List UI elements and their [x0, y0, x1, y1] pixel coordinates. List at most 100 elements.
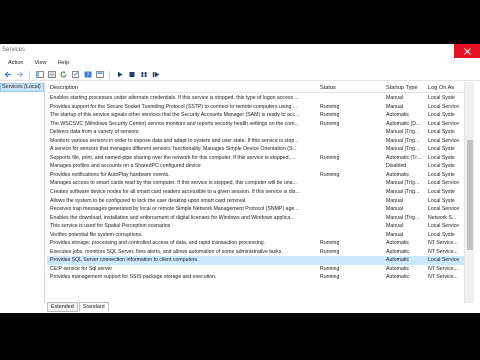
column-header-startup-type[interactable]: Startup Type	[386, 85, 418, 91]
window-title: Services	[2, 47, 26, 53]
cell-log-on-as: NT Service...	[428, 265, 458, 272]
services-window: Services Action View Help ? Services (Lo…	[0, 44, 480, 313]
table-row[interactable]: Manages access to smart cards read by th…	[47, 179, 464, 188]
cell-status: Running	[320, 171, 340, 178]
table-row[interactable]: Verifies potential file system corruptio…	[47, 231, 464, 240]
cell-status: Running	[320, 265, 340, 272]
export-list-button[interactable]	[71, 71, 80, 79]
cell-startup-type: Manual (Trig...	[386, 137, 420, 144]
cell-description: Manages profiles and accounts on a Share…	[50, 163, 201, 170]
cell-log-on-as: Local Syste	[428, 171, 455, 178]
table-row[interactable]: CEIP service for Sql server Running Automa…	[47, 265, 464, 274]
help-icon: ?	[84, 71, 91, 78]
table-row[interactable]: Provides notifications for AutoPlay hard…	[47, 171, 464, 180]
cell-log-on-as: Local Service	[428, 206, 460, 213]
list-header: Description Status Startup Type Log On A…	[47, 82, 464, 93]
close-button[interactable]	[454, 44, 480, 58]
table-row[interactable]: Manages profiles and accounts on a Share…	[47, 162, 464, 171]
table-row[interactable]: Receives trap messages generated by loca…	[47, 205, 464, 214]
help-button[interactable]: ?	[83, 71, 92, 79]
show-hide-tree-button[interactable]	[35, 71, 44, 79]
cell-description: Verifies potential file system corruptio…	[50, 231, 143, 238]
cell-description: Provides management support for SSIS pac…	[50, 274, 217, 281]
service-rows: Enables starting processes under alterna…	[47, 94, 464, 282]
cell-startup-type: Manual	[386, 95, 404, 101]
scrollbar-thumb[interactable]	[467, 140, 473, 250]
cell-startup-type: Automatic (Tr...	[386, 154, 421, 161]
menu-bar: Action View Help	[0, 58, 480, 68]
stop-icon	[129, 72, 134, 77]
cell-startup-type: Manual (Trig...	[386, 189, 420, 196]
cell-startup-type: Manual (Trig...	[386, 180, 420, 187]
menu-view[interactable]: View	[35, 60, 47, 66]
table-row[interactable]: Creates software device nodes for all sm…	[47, 188, 464, 197]
refresh-button[interactable]	[59, 71, 68, 79]
column-header-description[interactable]: Description	[50, 85, 78, 91]
table-row[interactable]: Delivers data from a variety of sensors M…	[47, 128, 464, 137]
menu-help[interactable]: Help	[58, 60, 70, 66]
cell-startup-type: Disabled	[386, 163, 407, 170]
start-service-button[interactable]	[115, 71, 124, 79]
cell-status: Running	[320, 274, 340, 281]
cell-log-on-as: Local Service	[428, 180, 460, 187]
cell-startup-type: Automatic	[386, 257, 410, 264]
properties-button[interactable]	[95, 71, 104, 79]
cell-log-on-as: Local Syste	[428, 197, 455, 204]
cell-log-on-as: NT Service...	[428, 274, 458, 281]
table-row[interactable]: The startup of this service signals othe…	[47, 111, 464, 120]
cell-startup-type: Automatic	[386, 112, 410, 119]
cell-startup-type: Manual	[386, 206, 404, 213]
cell-description: Creates software device nodes for all sm…	[50, 189, 300, 196]
toolbar-separator	[109, 70, 110, 79]
cell-log-on-as: Local Service	[428, 103, 460, 110]
cell-log-on-as: Network S...	[428, 214, 457, 221]
cell-log-on-as: NT Service...	[428, 240, 458, 247]
cell-startup-type: Manual	[386, 197, 404, 204]
back-arrow-icon	[4, 71, 11, 78]
vertical-scrollbar[interactable]	[464, 82, 474, 303]
refresh-icon	[60, 71, 66, 78]
table-row[interactable]: A service for sensors that manages diffe…	[47, 145, 464, 154]
cell-description: Enables starting processes under alterna…	[50, 95, 299, 101]
restart-service-button[interactable]	[151, 71, 160, 79]
forward-button[interactable]	[15, 71, 24, 79]
tab-extended[interactable]: Extended	[47, 302, 78, 312]
list-view-button[interactable]	[47, 71, 56, 79]
table-row[interactable]: Provides management support for SSIS pac…	[47, 273, 464, 282]
cell-startup-type: Manual (Trig...	[386, 129, 420, 136]
cell-startup-type: Manual	[386, 103, 404, 110]
export-icon	[71, 71, 79, 78]
cell-description: Allows the system to be configured to lo…	[50, 197, 247, 204]
cell-log-on-as: Local Syste	[428, 95, 455, 101]
cell-startup-type: Automatic	[386, 171, 410, 178]
table-row[interactable]: Enables starting processes under alterna…	[47, 94, 464, 103]
stop-service-button[interactable]	[127, 71, 136, 79]
table-row[interactable]: Enables the download, installation and e…	[47, 214, 464, 223]
table-row[interactable]: Monitors various sensors in order to exp…	[47, 137, 464, 146]
tab-standard[interactable]: Standard	[78, 302, 109, 312]
cell-description: Executes jobs, monitors SQL Server, fire…	[50, 248, 283, 255]
table-row[interactable]: Executes jobs, monitors SQL Server, fire…	[47, 248, 464, 257]
table-row[interactable]: The WSCSVC (Windows Security Center) ser…	[47, 120, 464, 129]
cell-log-on-as: Local Syste	[428, 129, 455, 136]
table-row[interactable]: Provides support for the Secure Socket T…	[47, 103, 464, 112]
cell-description: Enables the download, installation and e…	[50, 214, 295, 221]
column-header-log-on-as[interactable]: Log On As	[428, 85, 454, 91]
cell-startup-type: Automatic	[386, 265, 410, 272]
pause-service-button[interactable]	[139, 71, 148, 79]
table-row[interactable]: Allows the system to be configured to lo…	[47, 197, 464, 206]
back-button[interactable]	[3, 71, 12, 79]
cell-description: This service is used for Spatial Percept…	[50, 223, 171, 230]
table-row[interactable]: Provides SQL Server connection informati…	[47, 256, 464, 265]
table-row[interactable]: This service is used for Spatial Percept…	[47, 222, 464, 231]
table-row[interactable]: Provides storage, processing and control…	[47, 239, 464, 248]
tree-item-services-local[interactable]: Services (Local)	[0, 83, 44, 92]
cell-log-on-as: Local Syste	[428, 231, 455, 238]
pause-icon	[141, 72, 146, 77]
menu-action[interactable]: Action	[8, 60, 24, 66]
column-header-status[interactable]: Status	[320, 85, 336, 91]
cell-log-on-as: Local Syste	[428, 163, 455, 170]
cell-log-on-as: Local Service	[428, 137, 460, 144]
table-row[interactable]: Supports file, print, and named-pipe sha…	[47, 154, 464, 163]
cell-log-on-as: Local Service	[428, 223, 460, 230]
